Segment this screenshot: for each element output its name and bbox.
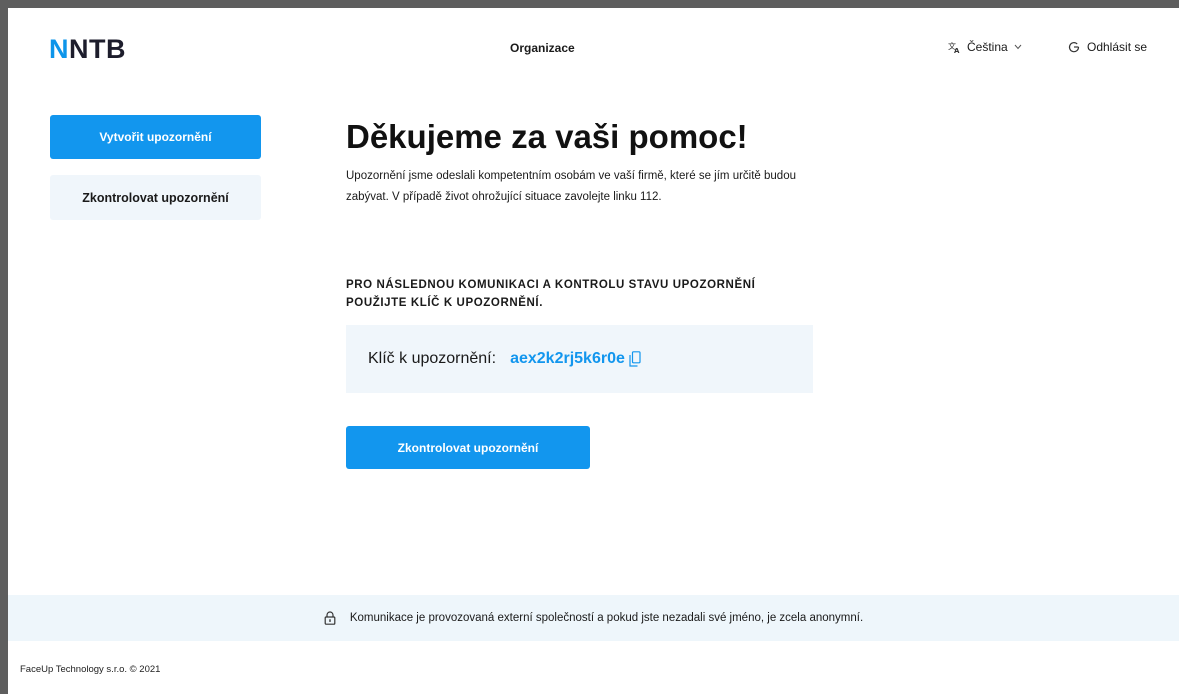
translate-icon: 文 A	[948, 41, 961, 53]
anonymity-notice: Komunikace je provozovaná externí společ…	[8, 595, 1179, 641]
check-report-button-label: Zkontrolovat upozornění	[397, 440, 539, 455]
page-title: Děkujeme za vaši pomoc!	[346, 118, 748, 155]
sidebar-item-label: Vytvořit upozornění	[99, 130, 212, 144]
app-window: NNTB Organizace 文 A Čeština Odhlásit se …	[8, 8, 1179, 694]
sidebar-item-create-report[interactable]: Vytvořit upozornění	[50, 115, 261, 159]
logout-icon	[1068, 41, 1080, 53]
organization-name: Organizace	[510, 41, 575, 55]
report-key-panel: Klíč k upozornění: aex2k2rj5k6r0e	[346, 325, 813, 393]
logout-button[interactable]: Odhlásit se	[1068, 40, 1147, 54]
logo[interactable]: NNTB	[49, 34, 126, 65]
report-key-label: Klíč k upozornění:	[368, 350, 497, 367]
check-report-button[interactable]: Zkontrolovat upozornění	[346, 426, 590, 469]
report-key-value[interactable]: aex2k2rj5k6r0e	[510, 350, 625, 368]
key-instruction: PRO NÁSLEDNOU KOMUNIKACI A KONTROLU STAV…	[346, 279, 756, 309]
anonymity-notice-text: Komunikace je provozovaná externí společ…	[349, 612, 864, 624]
logo-rest: NTB	[69, 34, 126, 64]
chevron-down-icon	[1014, 42, 1022, 53]
logout-label: Odhlásit se	[1087, 40, 1148, 54]
confirmation-description: Upozornění jsme odeslali kompetentním os…	[346, 170, 796, 203]
copy-icon[interactable]	[629, 351, 641, 367]
sidebar-item-label: Zkontrolovat upozornění	[82, 190, 229, 205]
svg-text:A: A	[954, 47, 960, 53]
lock-icon	[324, 611, 336, 625]
sidebar-item-check-report[interactable]: Zkontrolovat upozornění	[50, 175, 261, 220]
copyright: FaceUp Technology s.r.o. © 2021	[20, 664, 161, 675]
language-selector[interactable]: 文 A Čeština	[948, 40, 1022, 54]
logo-first-letter: N	[49, 34, 69, 64]
language-label: Čeština	[967, 40, 1008, 54]
